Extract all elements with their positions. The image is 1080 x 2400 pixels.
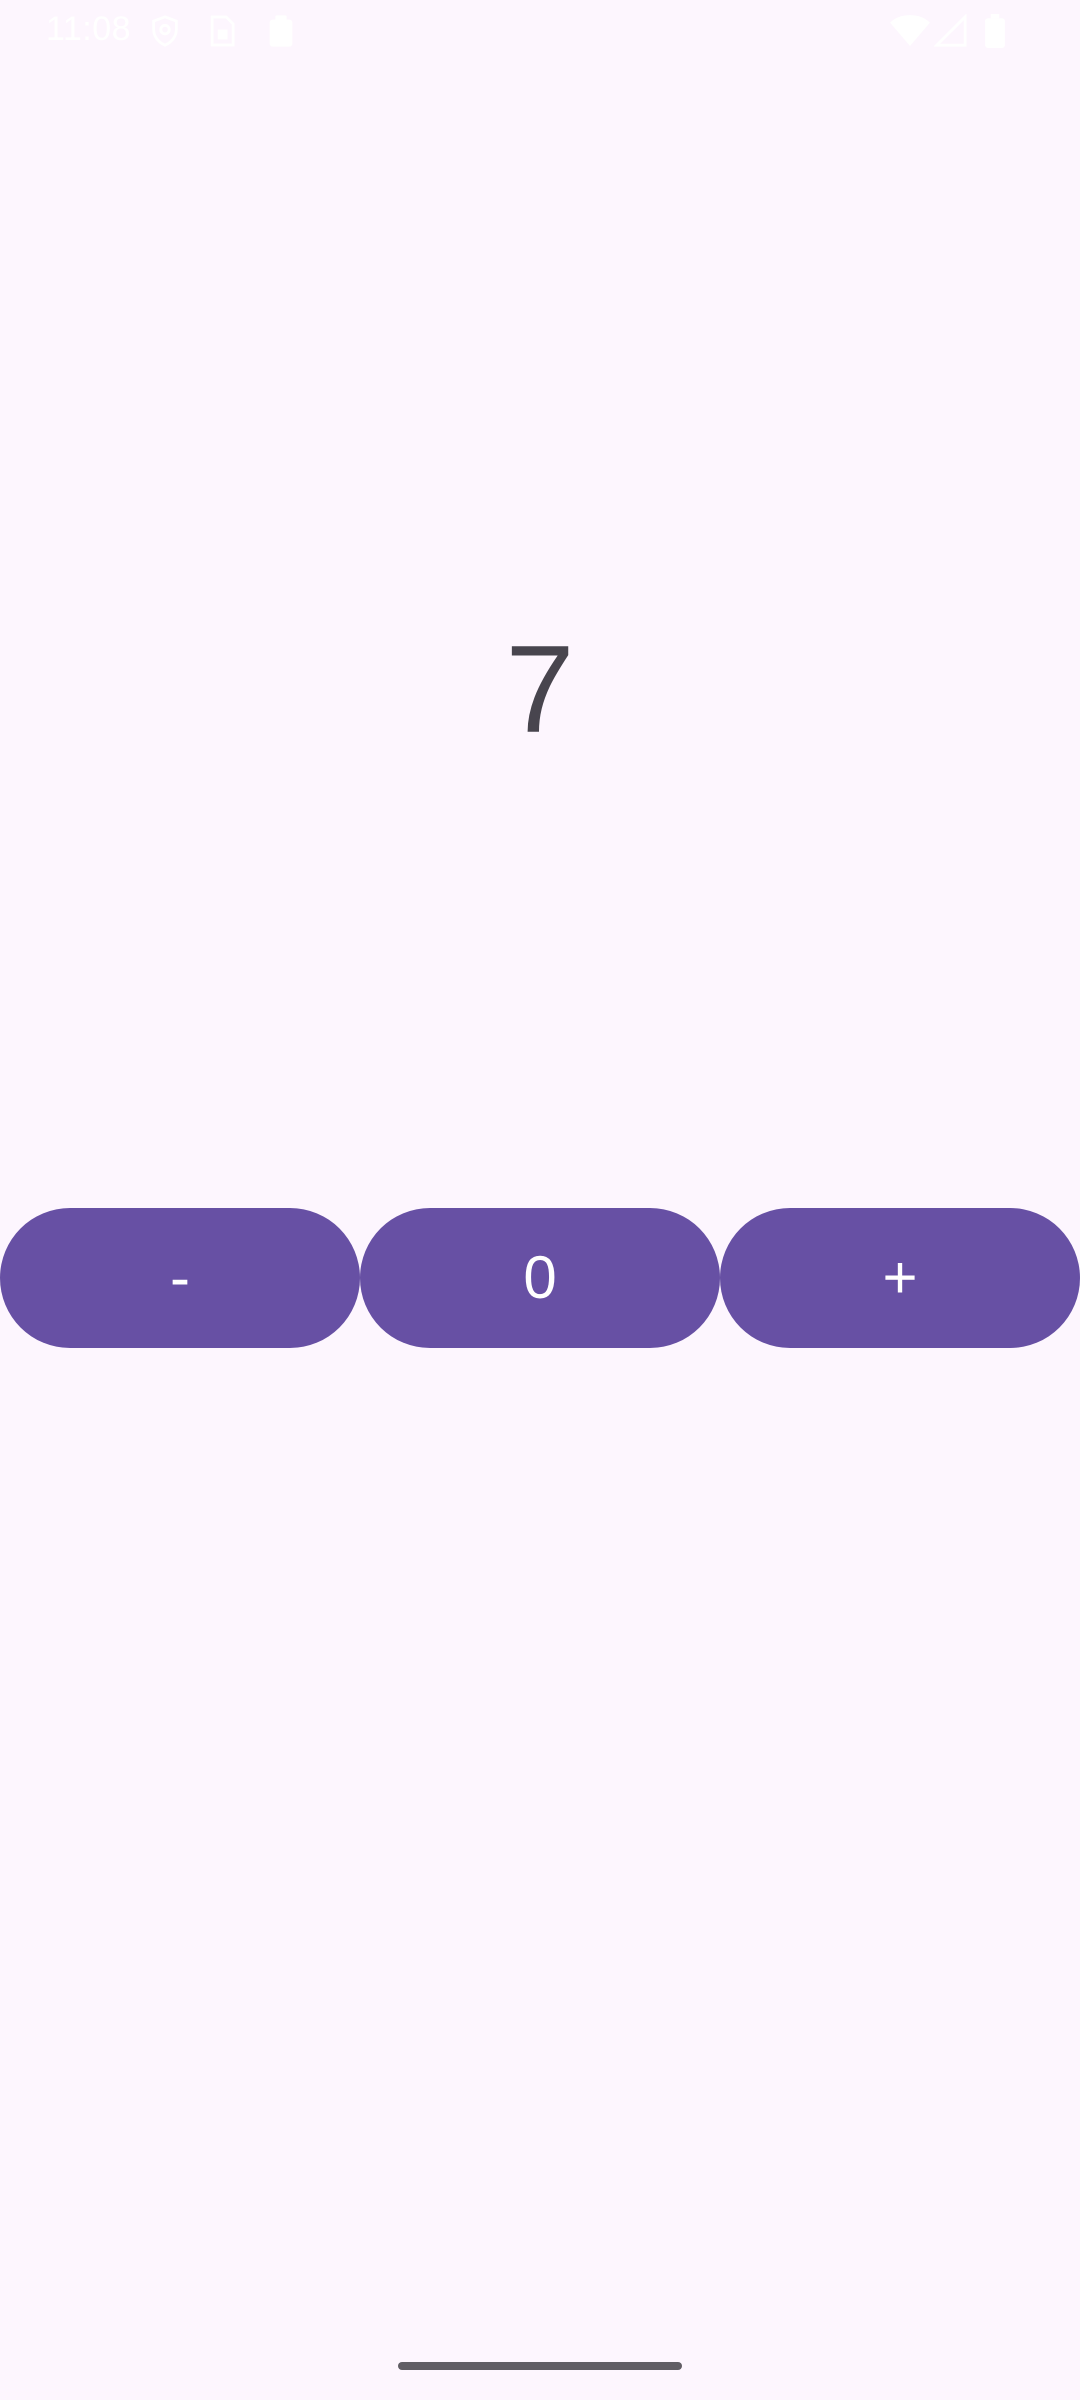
decrement-label: - (170, 1244, 190, 1311)
sim-card-icon (208, 14, 236, 48)
gesture-nav-handle[interactable] (398, 2362, 682, 2370)
cell-signal-icon (934, 14, 968, 48)
clipboard-icon (266, 14, 296, 48)
status-time: 11:08 (46, 10, 132, 48)
status-bar: 11:08 (0, 0, 1080, 64)
reset-button[interactable]: 0 (360, 1208, 720, 1348)
counter-controls: - 0 + (0, 1208, 1080, 1348)
decrement-button[interactable]: - (0, 1208, 360, 1348)
counter-value: 7 (505, 621, 575, 759)
reset-label: 0 (523, 1244, 557, 1311)
app-screen: 11:08 7 - 0 + (0, 0, 1080, 2400)
battery-icon (984, 14, 1006, 48)
increment-button[interactable]: + (720, 1208, 1080, 1348)
location-shield-icon (148, 14, 182, 48)
increment-label: + (882, 1244, 918, 1311)
wifi-icon (890, 14, 930, 48)
